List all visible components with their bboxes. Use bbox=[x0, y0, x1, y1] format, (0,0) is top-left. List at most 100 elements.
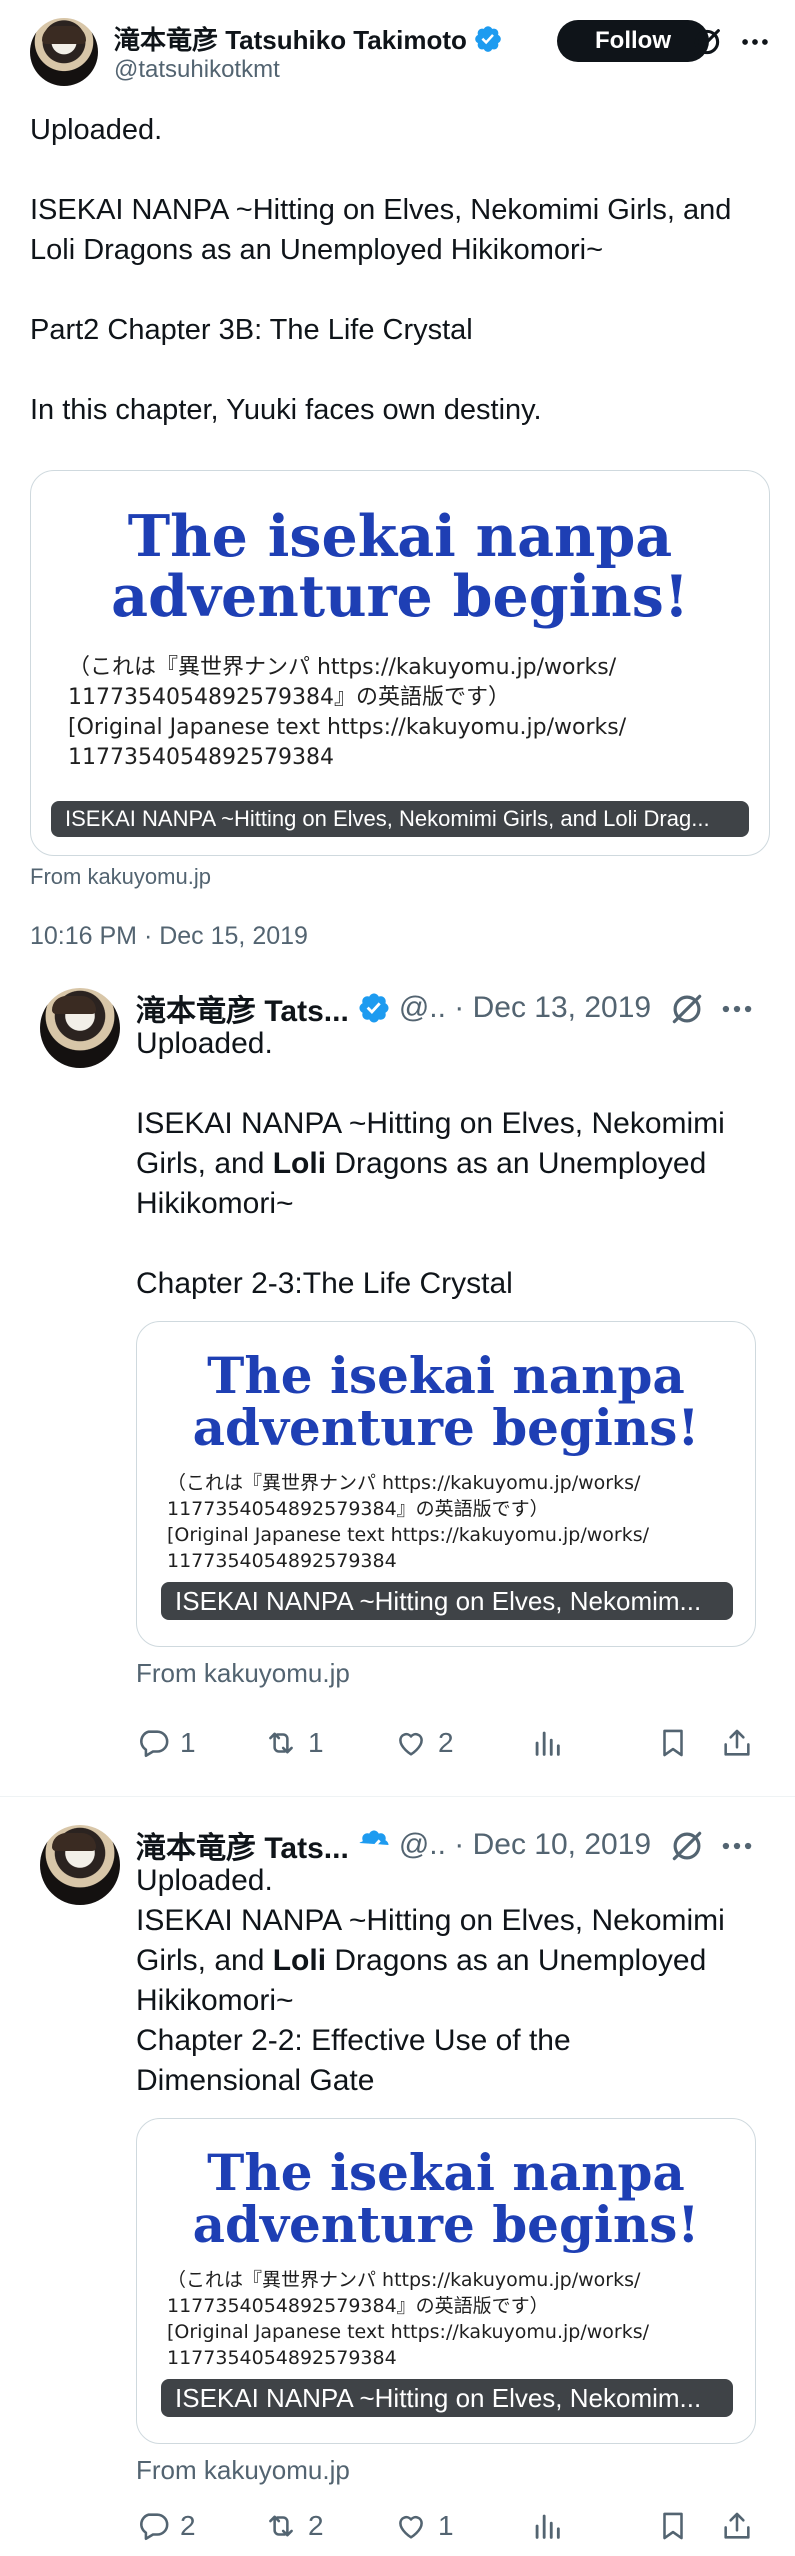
card-body: （これは『異世界ナンパ https://kakuyomu.jp/works/ 1… bbox=[167, 1470, 737, 1574]
tweet-line: In this chapter, Yuuki faces own destiny… bbox=[30, 394, 542, 426]
tweet-text-span: Dragons as an Unemployed bbox=[326, 1944, 707, 1977]
views-icon bbox=[535, 2514, 560, 2539]
card-body-line: 1177354054892579384 bbox=[167, 2347, 397, 2369]
more-icon[interactable] bbox=[738, 25, 772, 59]
handle[interactable]: @tatsuhikotkmt bbox=[114, 56, 280, 84]
tweet-line: Dimensional Gate bbox=[136, 2064, 375, 2097]
like-count: 1 bbox=[438, 2510, 454, 2541]
repost-button[interactable]: 2 bbox=[264, 2506, 324, 2546]
reply-count: 2 bbox=[180, 2510, 196, 2541]
main-tweet-header: 滝本竜彦 Tatsuhiko Takimoto @tatsuhikotkmt F… bbox=[30, 18, 770, 92]
action-bar: 1 1 2 bbox=[136, 1723, 756, 1763]
bookmark-icon bbox=[663, 2512, 683, 2540]
share-button[interactable] bbox=[720, 2506, 754, 2546]
bookmark-button[interactable] bbox=[656, 1723, 690, 1763]
card-title: The isekai nanpa adventure begins! bbox=[137, 1350, 755, 1454]
card-body-line: 1177354054892579384』の英語版です） bbox=[68, 685, 510, 710]
like-icon bbox=[399, 2515, 423, 2539]
repost-button[interactable]: 1 bbox=[264, 1723, 324, 1763]
tweet-line: Chapter 2-2: Effective Use of the bbox=[136, 2024, 571, 2057]
timestamp[interactable]: 10:16 PM · Dec 15, 2019 bbox=[30, 922, 308, 951]
reply-count: 1 bbox=[180, 1727, 196, 1758]
reply-button[interactable]: 2 bbox=[136, 2506, 196, 2546]
more-icon[interactable] bbox=[718, 990, 756, 1028]
views-icon bbox=[535, 1731, 560, 1756]
tweet-line: ISEKAI NANPA ~Hitting on Elves, Nekomimi bbox=[136, 1904, 725, 1937]
card-source[interactable]: From kakuyomu.jp bbox=[136, 1658, 350, 1689]
card-title-line: The isekai nanpa bbox=[127, 503, 673, 570]
tweet-text-span: Girls, and bbox=[136, 1147, 273, 1180]
card-body-line: 1177354054892579384 bbox=[68, 745, 334, 770]
card-overlay-title: ISEKAI NANPA ~Hitting on Elves, Nekomimi… bbox=[51, 801, 749, 837]
tweet-line: ISEKAI NANPA ~Hitting on Elves, Nekomimi… bbox=[30, 194, 732, 266]
like-button[interactable]: 2 bbox=[394, 1723, 454, 1763]
card-body-line: [Original Japanese text https://kakuyomu… bbox=[167, 2321, 650, 2343]
tweet-line: Uploaded. bbox=[136, 1864, 273, 1897]
card-body-line: [Original Japanese text https://kakuyomu… bbox=[68, 715, 627, 740]
tweet-line: Girls, and Loli Dragons as an Unemployed bbox=[136, 1144, 756, 1184]
repost-count: 2 bbox=[308, 2510, 324, 2541]
card-body-line: （これは『異世界ナンパ https://kakuyomu.jp/works/ bbox=[167, 2269, 641, 2291]
avatar[interactable] bbox=[40, 988, 120, 1068]
card-body-line: （これは『異世界ナンパ https://kakuyomu.jp/works/ bbox=[167, 1472, 641, 1494]
tweet-line: Part2 Chapter 3B: The Life Crystal bbox=[30, 314, 473, 346]
grok-icon[interactable] bbox=[668, 1827, 706, 1865]
bookmark-icon bbox=[663, 1729, 683, 1757]
card-body: （これは『異世界ナンパ https://kakuyomu.jp/works/ 1… bbox=[167, 2267, 737, 2371]
share-button[interactable] bbox=[720, 1723, 754, 1763]
card-title: The isekai nanpa adventure begins! bbox=[137, 2147, 755, 2251]
grok-icon[interactable] bbox=[690, 25, 724, 59]
reply-button[interactable]: 1 bbox=[136, 1723, 196, 1763]
reply-icon bbox=[140, 1730, 169, 1758]
reply-icon bbox=[140, 2513, 169, 2541]
reply-tweet[interactable]: 滝本竜彦 Tats... @.. · Dec 10, 2019 Uploaded… bbox=[0, 1825, 795, 2556]
reply-header: 滝本竜彦 Tats... @.. · Dec 10, 2019 bbox=[136, 1825, 756, 1865]
repost-count: 1 bbox=[308, 1727, 324, 1758]
tweet-line: Hikikomori~ bbox=[136, 1984, 294, 2017]
card-body-line: [Original Japanese text https://kakuyomu… bbox=[167, 1524, 650, 1546]
tweet-text-span: Girls, and bbox=[136, 1944, 273, 1977]
card-source[interactable]: From kakuyomu.jp bbox=[30, 864, 211, 890]
reply-header: 滝本竜彦 Tats... @.. · Dec 13, 2019 bbox=[136, 988, 756, 1028]
handle-and-date[interactable]: @.. · Dec 10, 2019 bbox=[399, 1828, 651, 1862]
like-count: 2 bbox=[438, 1727, 454, 1758]
link-card[interactable]: The isekai nanpa adventure begins! （これは『… bbox=[30, 470, 770, 856]
card-title: The isekai nanpa adventure begins! bbox=[31, 507, 769, 627]
card-title-line: The isekai nanpa bbox=[207, 1346, 685, 1405]
card-body-line: （これは『異世界ナンパ https://kakuyomu.jp/works/ bbox=[68, 655, 617, 680]
follow-button[interactable]: Follow bbox=[557, 20, 709, 62]
tweet-line: Hikikomori~ bbox=[136, 1187, 294, 1220]
grok-icon[interactable] bbox=[668, 990, 706, 1028]
card-body-line: 1177354054892579384 bbox=[167, 1550, 397, 1572]
link-card[interactable]: The isekai nanpa adventure begins! （これは『… bbox=[136, 2118, 756, 2444]
highlighted-term: Loli bbox=[272, 1944, 327, 1977]
like-icon bbox=[399, 1732, 423, 1756]
repost-icon bbox=[269, 2515, 293, 2537]
card-source[interactable]: From kakuyomu.jp bbox=[136, 2455, 350, 2486]
more-icon[interactable] bbox=[718, 1827, 756, 1865]
tweet-line: Chapter 2-3:The Life Crystal bbox=[136, 1267, 513, 1300]
card-body-line: 1177354054892579384』の英語版です） bbox=[167, 1498, 549, 1520]
card-body: （これは『異世界ナンパ https://kakuyomu.jp/works/ 1… bbox=[68, 653, 728, 773]
share-icon bbox=[724, 2512, 750, 2539]
repost-icon bbox=[269, 1732, 293, 1754]
card-title-line: adventure begins! bbox=[192, 2195, 700, 2254]
views-button[interactable] bbox=[530, 2506, 564, 2546]
bookmark-button[interactable] bbox=[656, 2506, 690, 2546]
tweet-text: Uploaded. ISEKAI NANPA ~Hitting on Elves… bbox=[136, 1861, 756, 2101]
reply-tweet[interactable]: 滝本竜彦 Tats... @.. · Dec 13, 2019 Uploaded… bbox=[0, 988, 795, 1788]
author-name-line: 滝本竜彦 Tatsuhiko Takimoto bbox=[114, 20, 503, 57]
handle-and-date[interactable]: @.. · Dec 13, 2019 bbox=[399, 991, 651, 1025]
views-button[interactable] bbox=[530, 1723, 564, 1763]
avatar[interactable] bbox=[30, 18, 98, 86]
tweet-text: Uploaded. ISEKAI NANPA ~Hitting on Elves… bbox=[30, 110, 770, 430]
link-card[interactable]: The isekai nanpa adventure begins! （これは『… bbox=[136, 1321, 756, 1647]
like-button[interactable]: 1 bbox=[394, 2506, 454, 2546]
tweet-text-span: Dragons as an Unemployed bbox=[326, 1147, 707, 1180]
highlighted-term: Loli bbox=[272, 1147, 327, 1180]
verified-badge-icon bbox=[359, 1830, 389, 1851]
card-title-line: adventure begins! bbox=[111, 563, 689, 630]
avatar[interactable] bbox=[40, 1825, 120, 1905]
display-name[interactable]: 滝本竜彦 Tatsuhiko Takimoto bbox=[114, 20, 467, 57]
verified-badge-icon bbox=[475, 25, 501, 52]
